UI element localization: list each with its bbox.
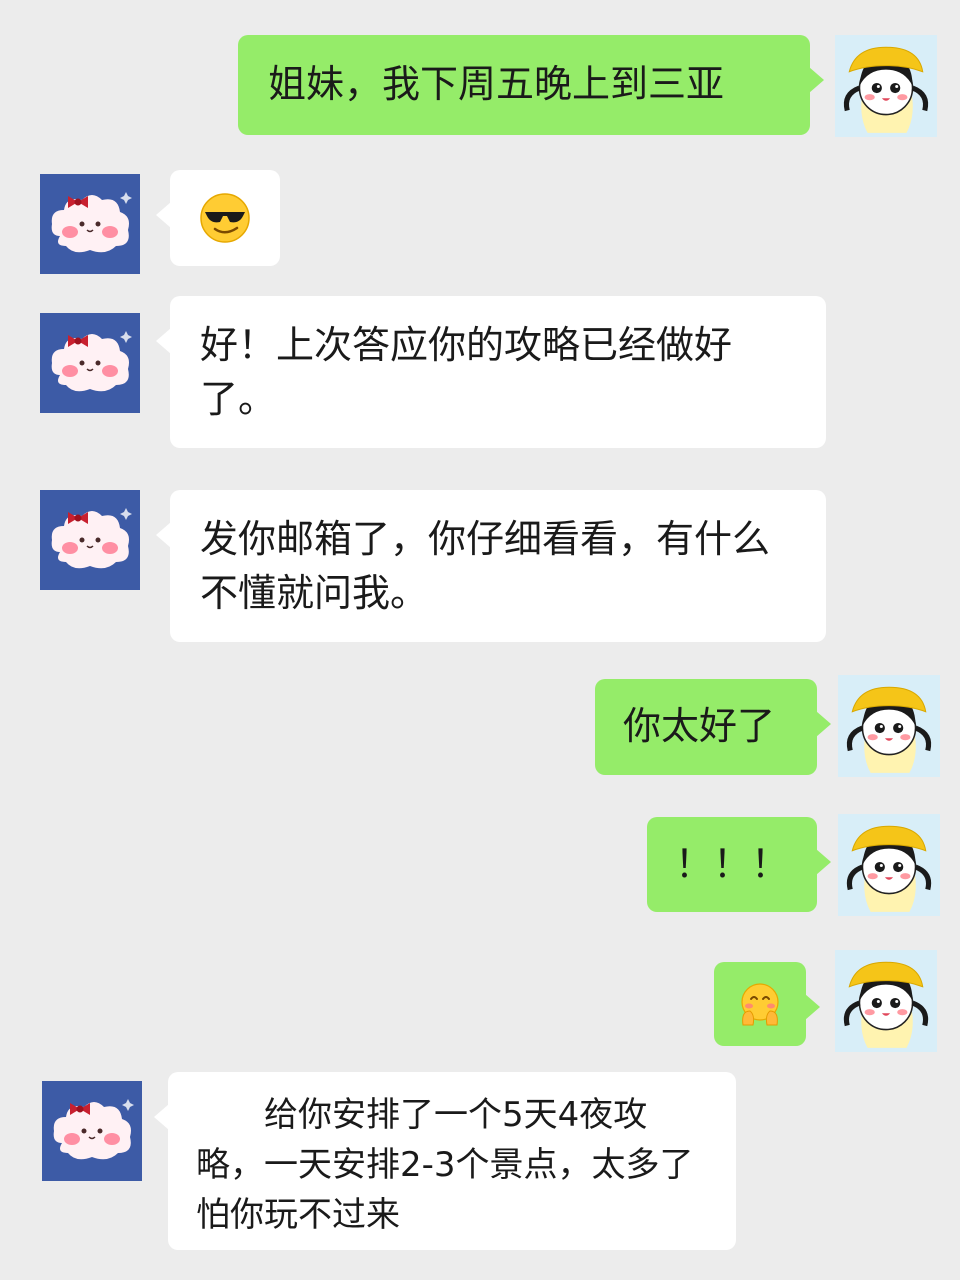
girl-avatar-icon [838, 675, 940, 777]
message-text: 姐妹，我下周五晚上到三亚 [268, 62, 725, 106]
my-avatar[interactable] [838, 814, 940, 916]
girl-avatar-icon [838, 814, 940, 916]
message-text: 发你邮箱了，你仔细看看，有什么不懂就问我。 [200, 517, 771, 615]
message-text: 好！上次答应你的攻略已经做好了。 [200, 323, 733, 421]
pink-cloud-avatar-icon [42, 1081, 142, 1181]
message-bubble-incoming[interactable]: 好！上次答应你的攻略已经做好了。 [156, 296, 826, 448]
pink-cloud-avatar-icon [40, 490, 140, 590]
girl-avatar-icon [835, 950, 937, 1052]
sunglasses-face-emoji-icon [199, 192, 251, 244]
message-text: 给你安排了一个5天4夜攻略，一天安排2-3个景点，太多了怕你玩不过来 [196, 1095, 694, 1235]
girl-avatar-icon [835, 35, 937, 137]
pink-cloud-avatar-icon [40, 174, 140, 274]
pink-cloud-avatar-icon [40, 313, 140, 413]
friend-avatar[interactable] [40, 174, 140, 274]
message-text: ！！！ [675, 842, 790, 886]
my-avatar[interactable] [835, 35, 937, 137]
shy-smiling-face-emoji-icon [737, 981, 783, 1027]
my-avatar[interactable] [835, 950, 937, 1052]
message-text: 你太好了 [623, 704, 776, 748]
message-bubble-outgoing[interactable]: ！！！ [647, 817, 831, 912]
my-avatar[interactable] [838, 675, 940, 777]
message-bubble-incoming[interactable]: 给你安排了一个5天4夜攻略，一天安排2-3个景点，太多了怕你玩不过来 [154, 1072, 736, 1250]
friend-avatar[interactable] [42, 1081, 142, 1181]
friend-avatar[interactable] [40, 490, 140, 590]
message-bubble-incoming[interactable] [156, 170, 280, 266]
friend-avatar[interactable] [40, 313, 140, 413]
message-bubble-outgoing[interactable]: 姐妹，我下周五晚上到三亚 [238, 35, 824, 135]
message-bubble-incoming[interactable]: 发你邮箱了，你仔细看看，有什么不懂就问我。 [156, 490, 826, 642]
message-bubble-outgoing[interactable] [714, 962, 820, 1046]
message-bubble-outgoing[interactable]: 你太好了 [595, 679, 831, 775]
